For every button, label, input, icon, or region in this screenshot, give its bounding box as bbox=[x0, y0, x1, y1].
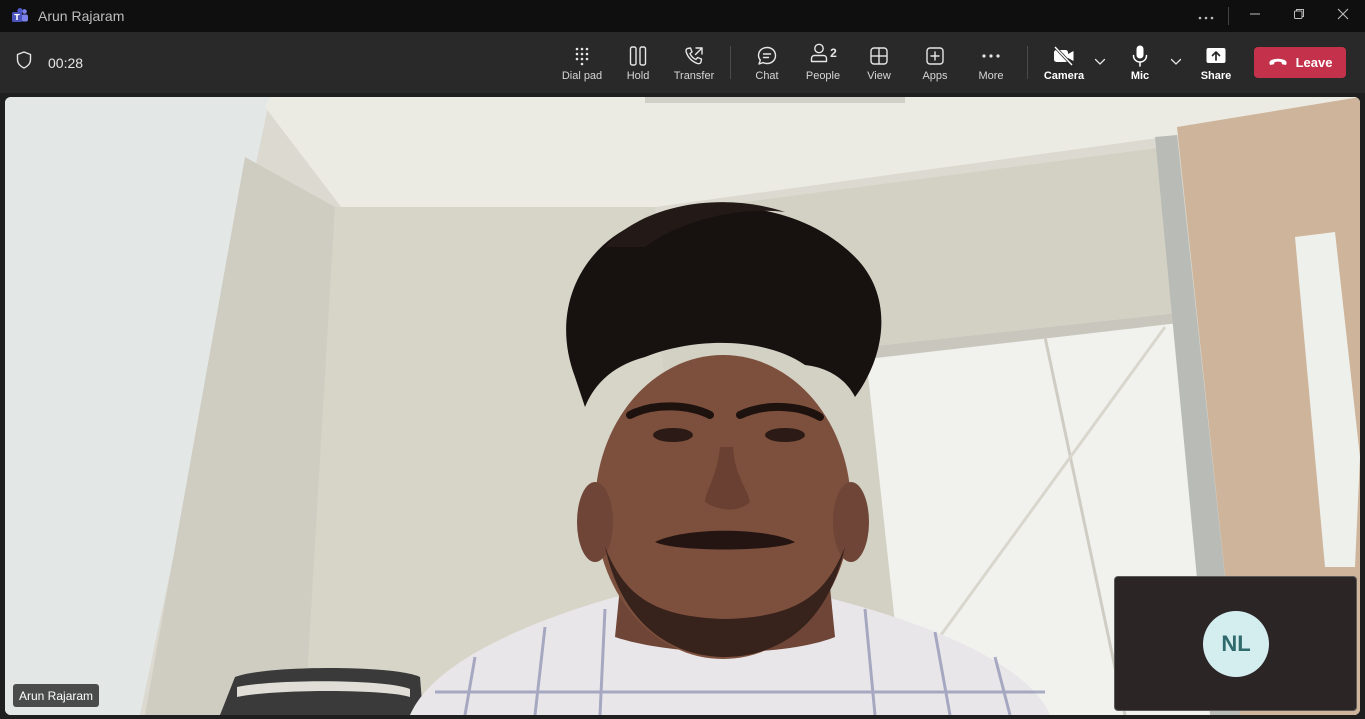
more-button[interactable]: More bbox=[973, 32, 1009, 93]
meeting-toolbar: 00:28 Dial pad Hold Transfer Chat 2 Peop… bbox=[0, 32, 1365, 93]
hold-button[interactable]: Hold bbox=[620, 32, 656, 93]
share-label: Share bbox=[1200, 69, 1232, 82]
self-view-tile[interactable]: NL bbox=[1114, 576, 1357, 711]
people-count-badge: 2 bbox=[830, 45, 837, 60]
participant-name: Arun Rajaram bbox=[19, 688, 94, 703]
people-icon-group: 2 bbox=[809, 42, 837, 69]
people-label: People bbox=[805, 69, 841, 82]
mic-options-button[interactable] bbox=[1168, 54, 1184, 70]
close-window-button[interactable] bbox=[1321, 0, 1365, 32]
share-button[interactable]: Share bbox=[1198, 32, 1234, 93]
mic-label: Mic bbox=[1130, 69, 1150, 82]
pause-icon bbox=[628, 44, 648, 68]
close-icon bbox=[1337, 7, 1349, 25]
share-screen-icon bbox=[1205, 44, 1227, 68]
hold-label: Hold bbox=[626, 69, 650, 82]
window-title: Arun Rajaram bbox=[38, 8, 125, 24]
avatar-initials: NL bbox=[1221, 631, 1251, 656]
participant-name-tag: Arun Rajaram bbox=[13, 684, 100, 707]
view-label: View bbox=[867, 69, 891, 82]
camera-off-icon bbox=[1052, 44, 1076, 68]
transfer-button[interactable]: Transfer bbox=[672, 32, 716, 93]
title-bar: T Arun Rajaram bbox=[0, 0, 1365, 32]
more-options-button[interactable] bbox=[1184, 0, 1228, 32]
restore-button[interactable] bbox=[1277, 0, 1321, 32]
minimize-icon bbox=[1249, 7, 1261, 25]
toolbar-separator bbox=[730, 46, 731, 79]
more-label: More bbox=[978, 69, 1004, 82]
dial-pad-label: Dial pad bbox=[561, 69, 603, 82]
shield-icon[interactable] bbox=[14, 50, 34, 75]
minimize-button[interactable] bbox=[1233, 0, 1277, 32]
dial-pad-button[interactable]: Dial pad bbox=[559, 32, 605, 93]
apps-button[interactable]: Apps bbox=[917, 32, 953, 93]
leave-button[interactable]: Leave bbox=[1254, 47, 1346, 78]
leave-label: Leave bbox=[1295, 55, 1333, 70]
camera-options-button[interactable] bbox=[1092, 54, 1108, 70]
svg-text:T: T bbox=[14, 13, 20, 22]
apps-label: Apps bbox=[922, 69, 948, 82]
toolbar-separator bbox=[1027, 46, 1028, 79]
transfer-label: Transfer bbox=[673, 69, 715, 82]
mic-button[interactable]: Mic bbox=[1126, 32, 1154, 93]
call-info: 00:28 bbox=[14, 32, 83, 93]
camera-button[interactable]: Camera bbox=[1042, 32, 1086, 93]
add-app-icon bbox=[925, 44, 945, 68]
chevron-down-icon bbox=[1094, 53, 1106, 71]
avatar: NL bbox=[1203, 611, 1269, 677]
title-separator bbox=[1228, 7, 1229, 25]
camera-label: Camera bbox=[1043, 69, 1085, 82]
transfer-call-icon bbox=[683, 44, 705, 68]
restore-icon bbox=[1293, 7, 1305, 25]
more-options-icon bbox=[1198, 7, 1214, 25]
video-stage: NL bbox=[0, 93, 1365, 719]
more-options-icon bbox=[981, 44, 1001, 68]
microphone-icon bbox=[1130, 44, 1150, 68]
chevron-down-icon bbox=[1170, 53, 1182, 71]
view-button[interactable]: View bbox=[862, 32, 896, 93]
grid-view-icon bbox=[869, 44, 889, 68]
people-icon bbox=[809, 42, 829, 69]
chat-button[interactable]: Chat bbox=[748, 32, 786, 93]
teams-logo-icon: T bbox=[11, 7, 29, 25]
hang-up-icon bbox=[1268, 54, 1288, 72]
chat-label: Chat bbox=[755, 69, 779, 82]
dial-pad-icon bbox=[572, 44, 592, 68]
people-button[interactable]: 2 People bbox=[802, 32, 844, 93]
call-timer: 00:28 bbox=[48, 54, 84, 71]
chat-icon bbox=[756, 44, 778, 68]
